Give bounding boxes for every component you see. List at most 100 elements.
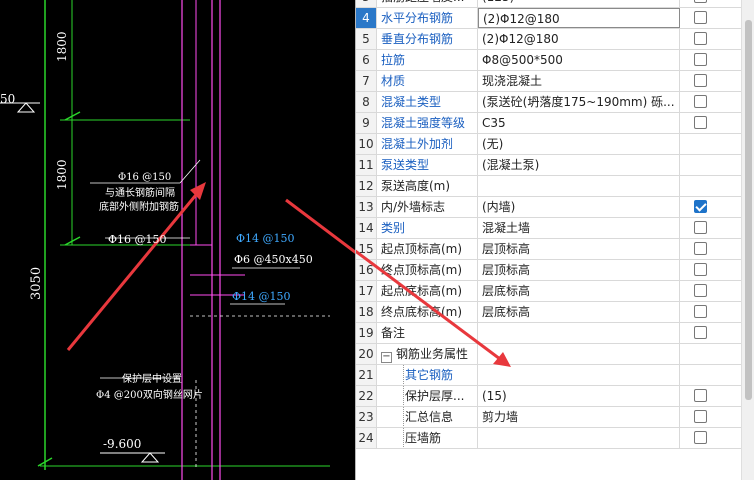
property-name-text: 垂直分布钢筋 <box>381 32 454 46</box>
property-row[interactable]: 19 备注 <box>356 323 754 344</box>
row-number: 11 <box>356 155 377 175</box>
property-row[interactable]: 11 泵送类型 (混凝土泵) <box>356 155 754 176</box>
property-name: 混凝土类型 <box>377 92 478 112</box>
attribute-checkbox[interactable] <box>694 0 707 3</box>
attribute-checkbox[interactable] <box>694 305 707 318</box>
property-value[interactable]: 现浇混凝土 <box>478 71 680 91</box>
note1-line1: Φ16 @150 <box>118 172 171 183</box>
property-name-text: 终点底标高(m) <box>381 305 463 319</box>
property-value[interactable]: (125) <box>478 0 680 7</box>
property-row[interactable]: 16 终点顶标高(m) 层顶标高 <box>356 260 754 281</box>
property-value[interactable]: 层底标高 <box>478 281 680 301</box>
property-name: 拉筋 <box>377 50 478 70</box>
property-row[interactable]: 23 汇总信息 剪力墙 <box>356 407 754 428</box>
property-name-text: 混凝土类型 <box>381 95 442 109</box>
cad-drawing-canvas[interactable]: 1800 1800 3050 50 -9.600 Φ16 @150 与通长钢筋间… <box>0 0 355 480</box>
property-row[interactable]: 7 材质 现浇混凝土 <box>356 71 754 92</box>
property-name: 备注 <box>377 323 478 343</box>
property-value[interactable]: 层顶标高 <box>478 260 680 280</box>
attribute-checkbox[interactable] <box>694 389 707 402</box>
attribute-checkbox[interactable] <box>694 53 707 66</box>
attribute-checkbox[interactable] <box>694 410 707 423</box>
property-value[interactable]: 层顶标高 <box>478 239 680 259</box>
property-name: 汇总信息 <box>377 407 478 427</box>
collapse-icon[interactable]: − <box>381 352 392 363</box>
property-name: 插筋距圧墙皮... <box>377 0 478 7</box>
cad-drawing: 1800 1800 3050 50 -9.600 Φ16 @150 与通长钢筋间… <box>0 0 355 480</box>
property-value[interactable] <box>478 344 680 364</box>
scrollbar-thumb[interactable] <box>745 20 752 400</box>
property-value[interactable]: 剪力墙 <box>478 407 680 427</box>
property-value[interactable]: 层底标高 <box>478 302 680 322</box>
property-row[interactable]: 3 插筋距圧墙皮... (125) <box>356 0 754 8</box>
property-value[interactable]: (泵送砼(坍落度175~190mm) 砾... <box>478 92 680 112</box>
property-value[interactable]: Φ8@500*500 <box>478 50 680 70</box>
row-number: 8 <box>356 92 377 112</box>
property-name: 材质 <box>377 71 478 91</box>
property-row[interactable]: 5 垂直分布钢筋 (2)Φ12@180 <box>356 29 754 50</box>
property-row[interactable]: 14 类别 混凝土墙 <box>356 218 754 239</box>
property-row[interactable]: 10 混凝土外加剂 (无) <box>356 134 754 155</box>
row-number: 5 <box>356 29 377 49</box>
property-row[interactable]: 12 泵送高度(m) <box>356 176 754 197</box>
property-value[interactable] <box>478 323 680 343</box>
property-value[interactable]: (2)Φ12@180 <box>478 8 680 28</box>
property-name: 水平分布钢筋 <box>377 8 478 28</box>
property-row[interactable]: 18 终点底标高(m) 层底标高 <box>356 302 754 323</box>
property-row[interactable]: 20− 钢筋业务属性 <box>356 344 754 365</box>
attribute-checkbox[interactable] <box>694 221 707 234</box>
property-value[interactable] <box>478 428 680 448</box>
property-value[interactable]: (内墙) <box>478 197 680 217</box>
attribute-checkbox[interactable] <box>694 11 707 24</box>
property-name: 起点底标高(m) <box>377 281 478 301</box>
property-name-text: 内/外墙标志 <box>381 200 446 214</box>
property-name: − 钢筋业务属性 <box>377 344 478 364</box>
property-row[interactable]: 15 起点顶标高(m) 层顶标高 <box>356 239 754 260</box>
tree-line <box>403 365 404 385</box>
attribute-checkbox[interactable] <box>694 200 707 213</box>
row-number: 4 <box>356 8 377 28</box>
tree-line <box>403 386 404 406</box>
attribute-checkbox[interactable] <box>694 116 707 129</box>
property-value[interactable]: (15) <box>478 386 680 406</box>
property-panel: 3 插筋距圧墙皮... (125) 4 水平分布钢筋 (2)Φ12@180 5 垂直分布钢筋 (… <box>355 0 754 480</box>
property-name-text: 其它钢筋 <box>405 368 454 382</box>
property-row[interactable]: 24 压墙筋 <box>356 428 754 449</box>
property-value[interactable]: 混凝土墙 <box>478 218 680 238</box>
attribute-checkbox[interactable] <box>694 32 707 45</box>
property-name-text: 泵送高度(m) <box>381 179 451 193</box>
attribute-checkbox[interactable] <box>694 242 707 255</box>
property-value[interactable] <box>478 365 680 385</box>
property-row[interactable]: 8 混凝土类型 (泵送砼(坍落度175~190mm) 砾... <box>356 92 754 113</box>
note1-line3: 底部外侧附加钢筋 <box>99 200 179 213</box>
property-row[interactable]: 6 拉筋 Φ8@500*500 <box>356 50 754 71</box>
level-left-label: 50 <box>0 92 15 106</box>
row-number: 20 <box>356 344 377 364</box>
property-name-text: 起点底标高(m) <box>381 284 463 298</box>
attribute-checkbox[interactable] <box>694 326 707 339</box>
note2: Φ16 @150 <box>108 233 167 246</box>
property-row[interactable]: 22 保护层厚... (15) <box>356 386 754 407</box>
property-value[interactable]: C35 <box>478 113 680 133</box>
property-value[interactable] <box>478 176 680 196</box>
property-row[interactable]: 13 内/外墙标志 (内墙) <box>356 197 754 218</box>
attribute-checkbox[interactable] <box>694 74 707 87</box>
property-row[interactable]: 21 其它钢筋 <box>356 365 754 386</box>
row-number: 9 <box>356 113 377 133</box>
property-name-text: 泵送类型 <box>381 158 430 172</box>
property-name-text: 终点顶标高(m) <box>381 263 463 277</box>
property-name-text: 混凝土外加剂 <box>381 137 454 151</box>
property-row[interactable]: 9 混凝土强度等级 C35 <box>356 113 754 134</box>
property-row[interactable]: 17 起点底标高(m) 层底标高 <box>356 281 754 302</box>
property-value[interactable]: (混凝土泵) <box>478 155 680 175</box>
attribute-checkbox[interactable] <box>694 284 707 297</box>
property-value[interactable]: (2)Φ12@180 <box>478 29 680 49</box>
attribute-checkbox[interactable] <box>694 95 707 108</box>
attribute-checkbox[interactable] <box>694 263 707 276</box>
vertical-scrollbar[interactable] <box>741 0 754 480</box>
attribute-checkbox[interactable] <box>694 431 707 444</box>
row-number: 6 <box>356 50 377 70</box>
row-number: 18 <box>356 302 377 322</box>
property-value[interactable]: (无) <box>478 134 680 154</box>
property-row[interactable]: 4 水平分布钢筋 (2)Φ12@180 <box>356 8 754 29</box>
